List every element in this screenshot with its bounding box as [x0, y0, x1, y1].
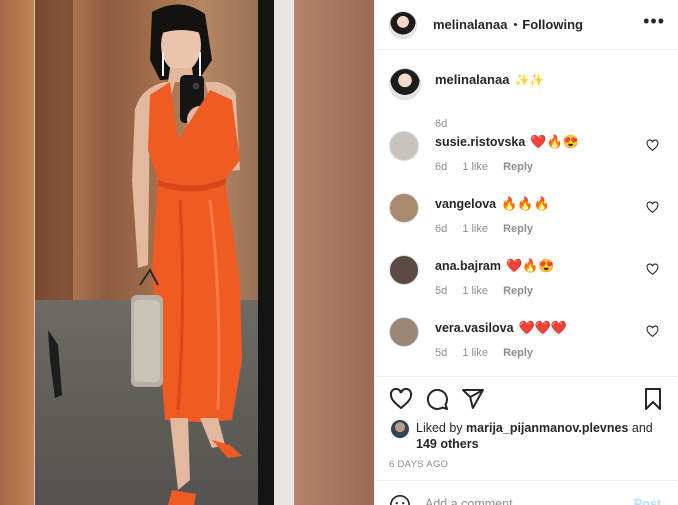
author-avatar[interactable] — [389, 10, 417, 39]
comment-body: susie.ristovska ❤️🔥😍 — [435, 134, 579, 150]
comment-likes[interactable]: 1 like — [462, 285, 488, 297]
add-comment-input[interactable]: Add a comment... — [425, 497, 523, 505]
comment-like-heart-icon[interactable] — [646, 139, 659, 152]
liked-by-label: Liked by — [416, 421, 463, 435]
comment-time[interactable]: 6d — [435, 161, 447, 173]
post-photo[interactable] — [0, 0, 374, 505]
woman-in-orange-dress-figure — [48, 4, 242, 505]
more-options-icon[interactable]: ••• — [643, 12, 665, 30]
liked-connector: and — [631, 421, 653, 435]
add-comment-bar: Add a comment... Post — [375, 480, 678, 505]
comment-meta: 5d 1 like Reply — [435, 285, 545, 297]
caption-text: ✨✨ — [514, 73, 545, 87]
reply-button[interactable]: Reply — [503, 161, 533, 173]
post-detail-panel: melinalanaa • Following ••• melinalanaa ✨… — [374, 0, 678, 505]
author-username[interactable]: melinalanaa — [433, 17, 507, 32]
commenter-username[interactable]: susie.ristovska — [435, 135, 525, 149]
comment-time[interactable]: 6d — [435, 223, 447, 235]
comment-item: ana.bajram ❤️🔥😍 5d 1 like Reply — [389, 255, 669, 311]
comment-text: 🔥🔥🔥 — [501, 196, 550, 211]
commenter-username[interactable]: ana.bajram — [435, 259, 501, 273]
likes-summary: Liked by marija_pijanmanov.plevnes and 1… — [389, 420, 673, 452]
comment-body: vangelova 🔥🔥🔥 — [435, 196, 550, 212]
comment-likes[interactable]: 1 like — [462, 347, 488, 359]
comment-like-heart-icon[interactable] — [646, 325, 659, 338]
comment-icon[interactable] — [425, 387, 449, 411]
post-header: melinalanaa • Following ••• — [375, 0, 678, 50]
comment-meta: 5d 1 like Reply — [435, 347, 545, 359]
following-button[interactable]: Following — [522, 17, 583, 32]
comment-text: ❤️❤️❤️ — [518, 320, 568, 335]
caption-time[interactable]: 6d — [435, 118, 447, 130]
comment-meta: 6d 1 like Reply — [435, 223, 545, 235]
commenter-avatar[interactable] — [389, 131, 419, 161]
comment-text: ❤️🔥😍 — [530, 134, 579, 149]
comment-item: vangelova 🔥🔥🔥 6d 1 like Reply — [389, 193, 669, 249]
reply-button[interactable]: Reply — [503, 347, 533, 359]
commenter-username[interactable]: vangelova — [435, 197, 496, 211]
reply-button[interactable]: Reply — [503, 223, 533, 235]
reply-button[interactable]: Reply — [503, 285, 533, 297]
caption: melinalanaa ✨✨ 6d — [389, 68, 669, 130]
share-icon[interactable] — [461, 387, 485, 411]
commenter-avatar[interactable] — [389, 255, 419, 285]
post-date[interactable]: 6 DAYS AGO — [389, 459, 448, 470]
comment-likes[interactable]: 1 like — [462, 161, 488, 173]
comment-body: vera.vasilova ❤️❤️❤️ — [435, 320, 567, 336]
separator-dot: • — [513, 18, 518, 31]
comment-like-heart-icon[interactable] — [646, 263, 659, 276]
likes-text: Liked by marija_pijanmanov.plevnes and 1… — [416, 420, 673, 452]
bookmark-icon[interactable] — [641, 387, 665, 411]
caption-username-text[interactable]: melinalanaa — [435, 72, 509, 87]
comment-body: ana.bajram ❤️🔥😍 — [435, 258, 555, 274]
commenter-avatar[interactable] — [389, 317, 419, 347]
comment-time[interactable]: 5d — [435, 347, 447, 359]
comment-text: ❤️🔥😍 — [506, 258, 555, 273]
comments-list[interactable]: melinalanaa ✨✨ 6d susie.ristovska ❤️🔥😍 6d … — [375, 51, 678, 376]
heart-icon[interactable] — [389, 387, 413, 411]
comment-item: vera.vasilova ❤️❤️❤️ 5d 1 like Reply — [389, 317, 669, 373]
emoji-smile-icon[interactable] — [389, 494, 411, 505]
caption-username: melinalanaa ✨✨ — [435, 72, 544, 87]
comment-time[interactable]: 5d — [435, 285, 447, 297]
likes-count-link[interactable]: 149 others — [416, 437, 479, 451]
liker-username[interactable]: marija_pijanmanov.plevnes — [466, 421, 628, 435]
commenter-username[interactable]: vera.vasilova — [435, 321, 514, 335]
caption-author-avatar[interactable] — [389, 68, 421, 100]
post-comment-button[interactable]: Post — [634, 497, 661, 505]
comment-likes[interactable]: 1 like — [462, 223, 488, 235]
post-actions: Liked by marija_pijanmanov.plevnes and 1… — [375, 376, 678, 505]
commenter-avatar[interactable] — [389, 193, 419, 223]
comment-like-heart-icon[interactable] — [646, 201, 659, 214]
liker-avatar[interactable] — [391, 420, 409, 438]
comment-meta: 6d 1 like Reply — [435, 161, 545, 173]
comment-item: susie.ristovska ❤️🔥😍 6d 1 like Reply — [389, 131, 669, 187]
